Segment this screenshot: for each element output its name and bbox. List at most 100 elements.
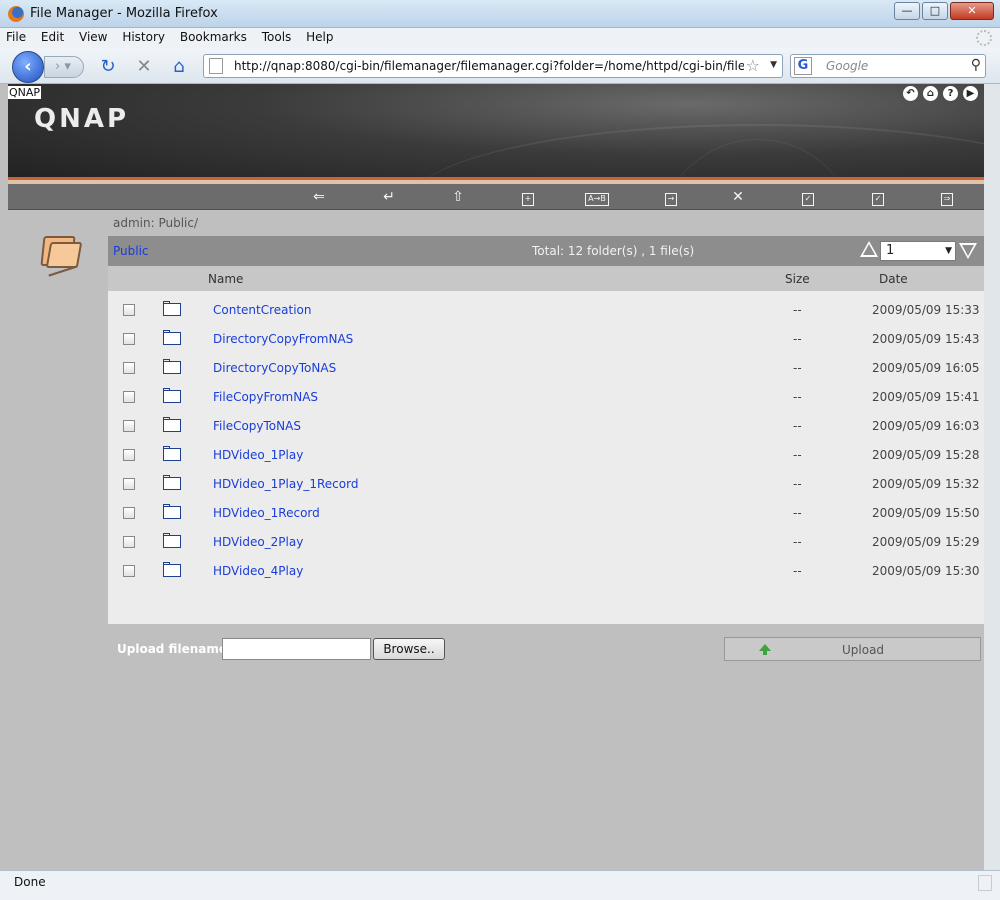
menu-help[interactable]: Help (300, 28, 338, 44)
table-row: ContentCreation -- 2009/05/09 15:33 (108, 296, 984, 325)
row-checkbox[interactable] (123, 391, 135, 403)
maximize-button[interactable]: □ (922, 2, 948, 20)
folder-icon[interactable] (163, 301, 181, 316)
search-bar[interactable]: G Google ⚲ (790, 54, 986, 78)
folder-icon[interactable] (163, 533, 181, 548)
total-count: Total: 12 folder(s) , 1 file(s) (532, 244, 695, 258)
select-all-icon[interactable]: ✓ (791, 188, 825, 206)
folder-icon[interactable] (163, 446, 181, 461)
menu-file[interactable]: File (0, 28, 31, 44)
row-size: -- (793, 419, 802, 433)
folder-icon[interactable] (163, 359, 181, 374)
forward-button[interactable]: › ▾ (44, 56, 84, 78)
folder-name-link[interactable]: HDVideo_1Play (213, 448, 303, 462)
refresh-icon[interactable]: ↵ (372, 188, 406, 206)
row-checkbox[interactable] (123, 420, 135, 432)
qnap-logo: QNAP (34, 104, 130, 134)
bookmark-star-icon[interactable]: ☆ (746, 56, 760, 75)
current-folder-link[interactable]: Public (113, 244, 149, 258)
page-select-value: 1 (886, 243, 895, 258)
menu-history[interactable]: History (116, 28, 170, 44)
cut-icon[interactable]: ✕ (721, 188, 755, 206)
row-date: 2009/05/09 15:33 (872, 303, 980, 317)
folder-icon[interactable] (163, 562, 181, 577)
folder-icon[interactable] (163, 475, 181, 490)
column-header-size[interactable]: Size (785, 272, 810, 286)
deselect-icon[interactable]: ✓ (861, 188, 895, 206)
folder-name-link[interactable]: HDVideo_1Record (213, 506, 320, 520)
copy-icon[interactable]: → (649, 188, 693, 206)
qnap-alt-text: QNAP (8, 86, 42, 99)
help-circle-icon[interactable]: ? (943, 86, 958, 101)
row-date: 2009/05/09 15:43 (872, 332, 980, 346)
folder-icon[interactable] (163, 417, 181, 432)
status-bar: Done (0, 870, 1000, 900)
back-circle-icon[interactable]: ↶ (903, 86, 918, 101)
new-folder-icon[interactable]: + (511, 188, 545, 206)
scrollbar-area[interactable] (984, 84, 1000, 870)
logout-circle-icon[interactable]: ▶ (963, 86, 978, 101)
table-row: HDVideo_4Play -- 2009/05/09 15:30 (108, 557, 984, 586)
upload-button[interactable]: Upload (724, 637, 981, 661)
folder-icon[interactable] (163, 388, 181, 403)
row-date: 2009/05/09 16:03 (872, 419, 980, 433)
menu-edit[interactable]: Edit (35, 28, 69, 44)
row-checkbox[interactable] (123, 362, 135, 374)
menu-bookmarks[interactable]: Bookmarks (174, 28, 252, 44)
row-size: -- (793, 390, 802, 404)
folder-name-link[interactable]: HDVideo_2Play (213, 535, 303, 549)
row-size: -- (793, 564, 802, 578)
search-placeholder[interactable]: Google (826, 59, 868, 73)
page-select[interactable]: 1 ▼ (880, 241, 956, 261)
table-row: FileCopyToNAS -- 2009/05/09 16:03 (108, 412, 984, 441)
reload-icon[interactable]: ↻ (97, 56, 119, 78)
row-checkbox[interactable] (123, 507, 135, 519)
back-button[interactable]: ‹ (12, 51, 44, 83)
column-header-name[interactable]: Name (208, 272, 243, 286)
url-text[interactable]: http://qnap:8080/cgi-bin/filemanager/fil… (234, 59, 744, 73)
menu-view[interactable]: View (73, 28, 112, 44)
folder-name-link[interactable]: ContentCreation (213, 303, 312, 317)
row-date: 2009/05/09 15:41 (872, 390, 980, 404)
folder-icon[interactable] (163, 504, 181, 519)
folder-name-link[interactable]: HDVideo_4Play (213, 564, 303, 578)
browse-button[interactable]: Browse.. (373, 638, 445, 660)
column-header-date[interactable]: Date (879, 272, 908, 286)
google-engine-icon[interactable]: G (794, 57, 812, 75)
home-circle-icon[interactable]: ⌂ (923, 86, 938, 101)
menu-tools[interactable]: Tools (256, 28, 297, 44)
table-row: HDVideo_1Play_1Record -- 2009/05/09 15:3… (108, 470, 984, 499)
rename-icon[interactable]: A→B (580, 188, 614, 206)
row-checkbox[interactable] (123, 333, 135, 345)
folder-icon[interactable] (163, 330, 181, 345)
back-arrow-icon[interactable]: ⇐ (302, 188, 336, 206)
folder-name-link[interactable]: DirectoryCopyToNAS (213, 361, 336, 375)
row-checkbox[interactable] (123, 565, 135, 577)
folder-name-link[interactable]: FileCopyToNAS (213, 419, 301, 433)
row-size: -- (793, 448, 802, 462)
page-up-icon[interactable] (860, 241, 878, 257)
folder-name-link[interactable]: HDVideo_1Play_1Record (213, 477, 358, 491)
page-down-icon[interactable] (959, 243, 977, 259)
search-icon[interactable]: ⚲ (971, 57, 981, 73)
row-checkbox[interactable] (123, 304, 135, 316)
row-size: -- (793, 477, 802, 491)
left-frame (0, 84, 8, 870)
file-toolbar: ⇐ ↵ ⇧ + A→B → ✕ ✓ ✓ ⇒ (8, 184, 984, 210)
row-date: 2009/05/09 15:50 (872, 506, 980, 520)
row-checkbox[interactable] (123, 536, 135, 548)
folder-name-link[interactable]: DirectoryCopyFromNAS (213, 332, 353, 346)
folder-name-link[interactable]: FileCopyFromNAS (213, 390, 318, 404)
upload-filename-input[interactable] (222, 638, 371, 660)
stop-icon[interactable]: ✕ (133, 56, 155, 78)
address-bar[interactable]: http://qnap:8080/cgi-bin/filemanager/fil… (203, 54, 783, 78)
row-checkbox[interactable] (123, 449, 135, 461)
minimize-button[interactable]: — (894, 2, 920, 20)
home-icon[interactable]: ⌂ (168, 56, 190, 78)
move-icon[interactable]: ⇒ (930, 188, 964, 206)
url-dropdown-icon[interactable]: ▼ (770, 60, 777, 70)
resize-grip-icon[interactable] (978, 875, 992, 891)
close-window-button[interactable]: ✕ (950, 2, 994, 20)
parent-folder-icon[interactable]: ⇧ (441, 188, 475, 206)
row-checkbox[interactable] (123, 478, 135, 490)
